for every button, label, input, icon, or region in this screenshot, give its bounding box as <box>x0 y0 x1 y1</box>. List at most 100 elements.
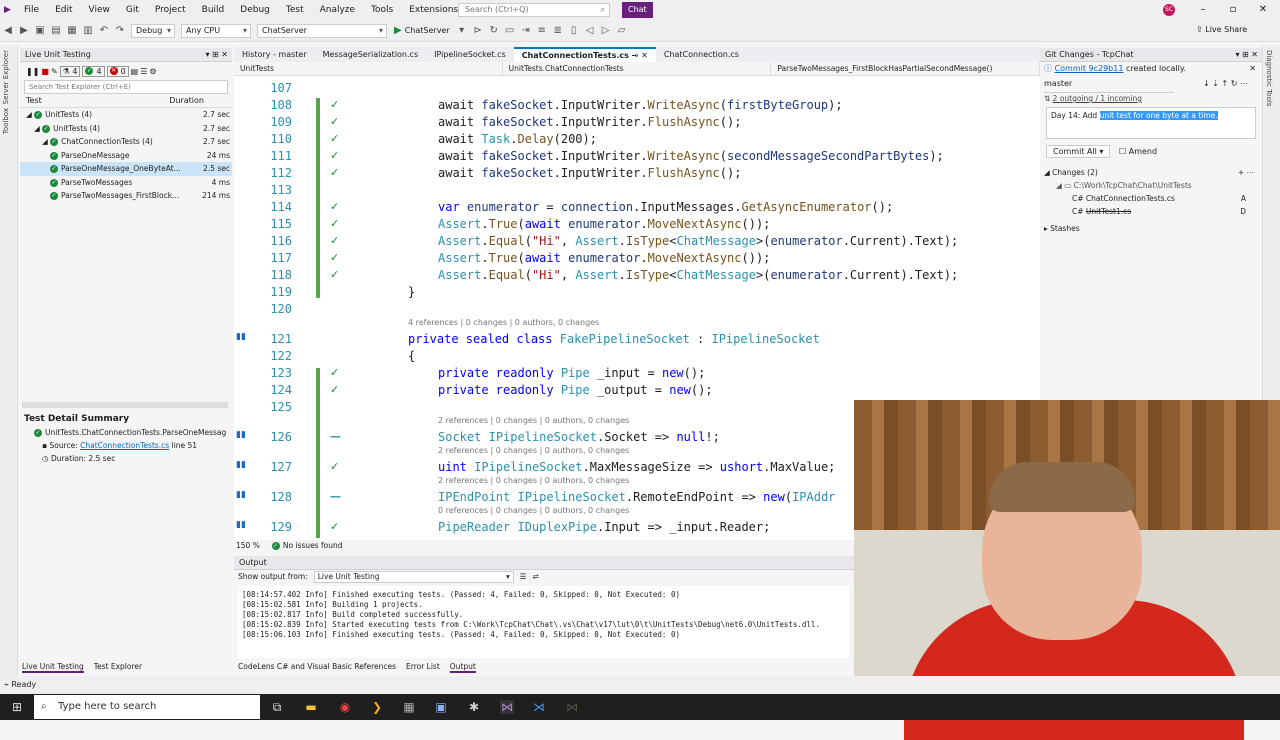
code-line[interactable]: PipeReader IDuplexPipe.Input => _input.R… <box>438 519 770 536</box>
covered-check-icon[interactable]: ✓ <box>330 166 339 179</box>
codelens-margin-icon[interactable]: ▮▮ <box>236 430 246 440</box>
output-source-dropdown[interactable]: Live Unit Testing ▾ <box>313 571 514 583</box>
clear-output-icon[interactable]: ☰ <box>520 570 527 584</box>
app-icon[interactable]: ⋈ <box>565 700 579 714</box>
codelens-info[interactable]: 2 references | 0 changes | 0 authors, 0 … <box>438 416 629 425</box>
maximize-icon[interactable]: ▫ <box>1218 0 1248 20</box>
codelens-info[interactable]: 2 references | 0 changes | 0 authors, 0 … <box>438 476 629 485</box>
bookmark-icon[interactable]: ▯ <box>566 25 582 36</box>
toolbox-tab[interactable]: Toolbox <box>2 108 10 134</box>
config-dropdown[interactable]: Debug ▾ <box>131 23 175 38</box>
code-line[interactable]: IPEndPoint IPipelineSocket.RemoteEndPoin… <box>438 489 835 506</box>
pin-icon[interactable]: ⊸ <box>632 51 639 60</box>
covered-check-icon[interactable]: ✓ <box>330 234 339 247</box>
code-line[interactable]: uint IPipelineSocket.MaxMessageSize => u… <box>438 459 835 476</box>
code-line[interactable]: Socket IPipelineSocket.Socket => null!; <box>438 429 720 446</box>
code-line[interactable]: await fakeSocket.InputWriter.WriteAsync(… <box>438 97 843 114</box>
commit-message-input[interactable]: Day 14: Add unit test for one byte at a … <box>1046 107 1256 139</box>
git-file-row[interactable]: C# ChatConnectionTests.cs A <box>1040 192 1262 205</box>
code-line[interactable]: await fakeSocket.InputWriter.FlushAsync(… <box>438 165 741 182</box>
word-wrap-icon[interactable]: ⇌ <box>532 570 538 584</box>
close-tab-icon[interactable]: ✕ <box>641 51 648 60</box>
test-tree-row[interactable]: ◢ ✓ UnitTests (4) 2.7 sec <box>20 108 232 122</box>
comment-icon[interactable]: ≡ <box>534 25 550 36</box>
code-line[interactable]: } <box>408 284 415 301</box>
undo-icon[interactable]: ↶ <box>96 25 112 36</box>
visual-studio-icon[interactable]: ⋈ <box>500 700 514 714</box>
nav-project-dropdown[interactable]: UnitTests <box>234 62 503 75</box>
code-line[interactable]: Assert.True(await enumerator.MoveNextAsy… <box>438 216 770 233</box>
code-line[interactable]: { <box>408 348 415 365</box>
code-line[interactable]: await fakeSocket.InputWriter.WriteAsync(… <box>438 148 944 165</box>
amend-checkbox[interactable]: ☐ Amend <box>1119 147 1157 156</box>
chrome-icon[interactable]: ◉ <box>338 700 352 714</box>
nav-class-dropdown[interactable]: UnitTests.ChatConnectionTests <box>503 62 772 75</box>
code-line[interactable]: Assert.Equal("Hi", Assert.IsType<ChatMes… <box>438 233 958 250</box>
panel-close-icon[interactable]: ▾ ⊞ ✕ <box>1235 48 1258 62</box>
git-file-row[interactable]: C# UnitTest1.cs D <box>1040 205 1262 218</box>
covered-check-icon[interactable]: ✓ <box>330 217 339 230</box>
codelens-margin-icon[interactable]: ▮▮ <box>236 332 246 342</box>
tab-chat-connection[interactable]: ChatConnection.cs <box>656 47 747 62</box>
zoom-level[interactable]: 150 % <box>236 540 260 552</box>
menu-tools[interactable]: Tools <box>363 0 401 20</box>
avatar[interactable]: SC <box>1163 4 1175 16</box>
dismiss-icon[interactable]: ✕ <box>1249 62 1256 76</box>
platform-dropdown[interactable]: Any CPU ▾ <box>181 23 251 38</box>
close-icon[interactable]: ✕ <box>1248 0 1278 20</box>
menu-build[interactable]: Build <box>194 0 233 20</box>
menu-extensions[interactable]: Extensions <box>401 0 466 20</box>
code-line[interactable]: private sealed class FakePipelineSocket … <box>408 331 820 348</box>
nav-member-dropdown[interactable]: ParseTwoMessages_FirstBlockHasPartialSec… <box>771 62 1041 75</box>
menu-debug[interactable]: Debug <box>232 0 278 20</box>
attach-icon[interactable]: ⊳ <box>470 25 486 36</box>
test-tree-row[interactable]: ◢ ✓ UnitTests (4) 2.7 sec <box>20 122 232 136</box>
tab-error-list[interactable]: Error List <box>406 661 440 673</box>
app-icon[interactable]: ❯ <box>370 700 384 714</box>
uncomment-icon[interactable]: ≣ <box>550 25 566 36</box>
code-line[interactable]: var enumerator = connection.InputMessage… <box>438 199 893 216</box>
covered-check-icon[interactable]: ✓ <box>330 149 339 162</box>
menu-project[interactable]: Project <box>147 0 194 20</box>
diagnostic-tools-tab[interactable]: Diagnostic Tools <box>1265 50 1273 106</box>
stashes-header[interactable]: ▸ Stashes <box>1040 222 1262 235</box>
layout-icon[interactable]: ▭ <box>502 25 518 36</box>
col-test[interactable]: Test <box>26 94 42 107</box>
test-tree-row[interactable]: ◢ ✓ ChatConnectionTests (4) 2.7 sec <box>20 135 232 149</box>
expand-icon[interactable]: ◢ <box>26 110 34 119</box>
open-folder-icon[interactable]: ▤ <box>48 25 64 36</box>
new-file-icon[interactable]: ▣ <box>32 25 48 36</box>
pause-icon[interactable]: ❚❚ <box>26 67 39 76</box>
covered-check-icon[interactable]: ✓ <box>330 251 339 264</box>
covered-check-icon[interactable]: ✓ <box>330 115 339 128</box>
passed-filter[interactable]: ✓ 4 <box>82 65 105 77</box>
codelens-margin-icon[interactable]: ▮▮ <box>236 520 246 530</box>
source-link[interactable]: ChatConnectionTests.cs <box>80 441 169 450</box>
menu-analyze[interactable]: Analyze <box>312 0 363 20</box>
changes-folder[interactable]: ◢ ▭ C:\Work\TcpChat\Chat\UnitTests <box>1040 179 1262 192</box>
not-covered-icon[interactable]: — <box>330 490 341 503</box>
chat-button[interactable]: Chat <box>622 2 653 18</box>
terminal-icon[interactable]: ▣ <box>434 700 448 714</box>
codelens-info[interactable]: 0 references | 0 changes | 0 authors, 0 … <box>438 506 629 515</box>
taskbar-search-input[interactable]: ⌕ Type here to search <box>34 695 260 719</box>
code-line[interactable]: await Task.Delay(200); <box>438 131 597 148</box>
tab-output[interactable]: Output <box>449 661 476 673</box>
stop-icon[interactable]: ■ <box>41 67 49 76</box>
tab-codelens[interactable]: CodeLens C# and Visual Basic References <box>238 661 396 673</box>
covered-check-icon[interactable]: ✓ <box>330 366 339 379</box>
windows-start-icon[interactable]: ⊞ <box>10 700 24 714</box>
code-line[interactable]: Assert.Equal("Hi", Assert.IsType<ChatMes… <box>438 267 958 284</box>
menu-test[interactable]: Test <box>278 0 312 20</box>
branch-dropdown[interactable]: master <box>1044 76 1174 93</box>
test-tree-row[interactable]: ✓ ParseOneMessage_OneByteAt... 2.5 sec <box>20 162 232 176</box>
test-tree-row[interactable]: ✓ ParseOneMessage 24 ms <box>20 149 232 163</box>
search-input[interactable]: Search (Ctrl+Q) ⌕ <box>458 3 610 17</box>
col-duration[interactable]: Duration <box>169 94 204 107</box>
horizontal-scrollbar[interactable] <box>22 402 228 408</box>
app-icon[interactable]: ▦ <box>402 700 416 714</box>
tab-message-serialization[interactable]: MessageSerialization.cs <box>315 47 426 62</box>
codelens-margin-icon[interactable]: ▮▮ <box>236 490 246 500</box>
output-text[interactable]: [08:14:57.402 Info] Finished executing t… <box>238 586 850 658</box>
tab-chat-connection-tests[interactable]: ChatConnectionTests.cs ⊸ ✕ <box>513 47 656 62</box>
